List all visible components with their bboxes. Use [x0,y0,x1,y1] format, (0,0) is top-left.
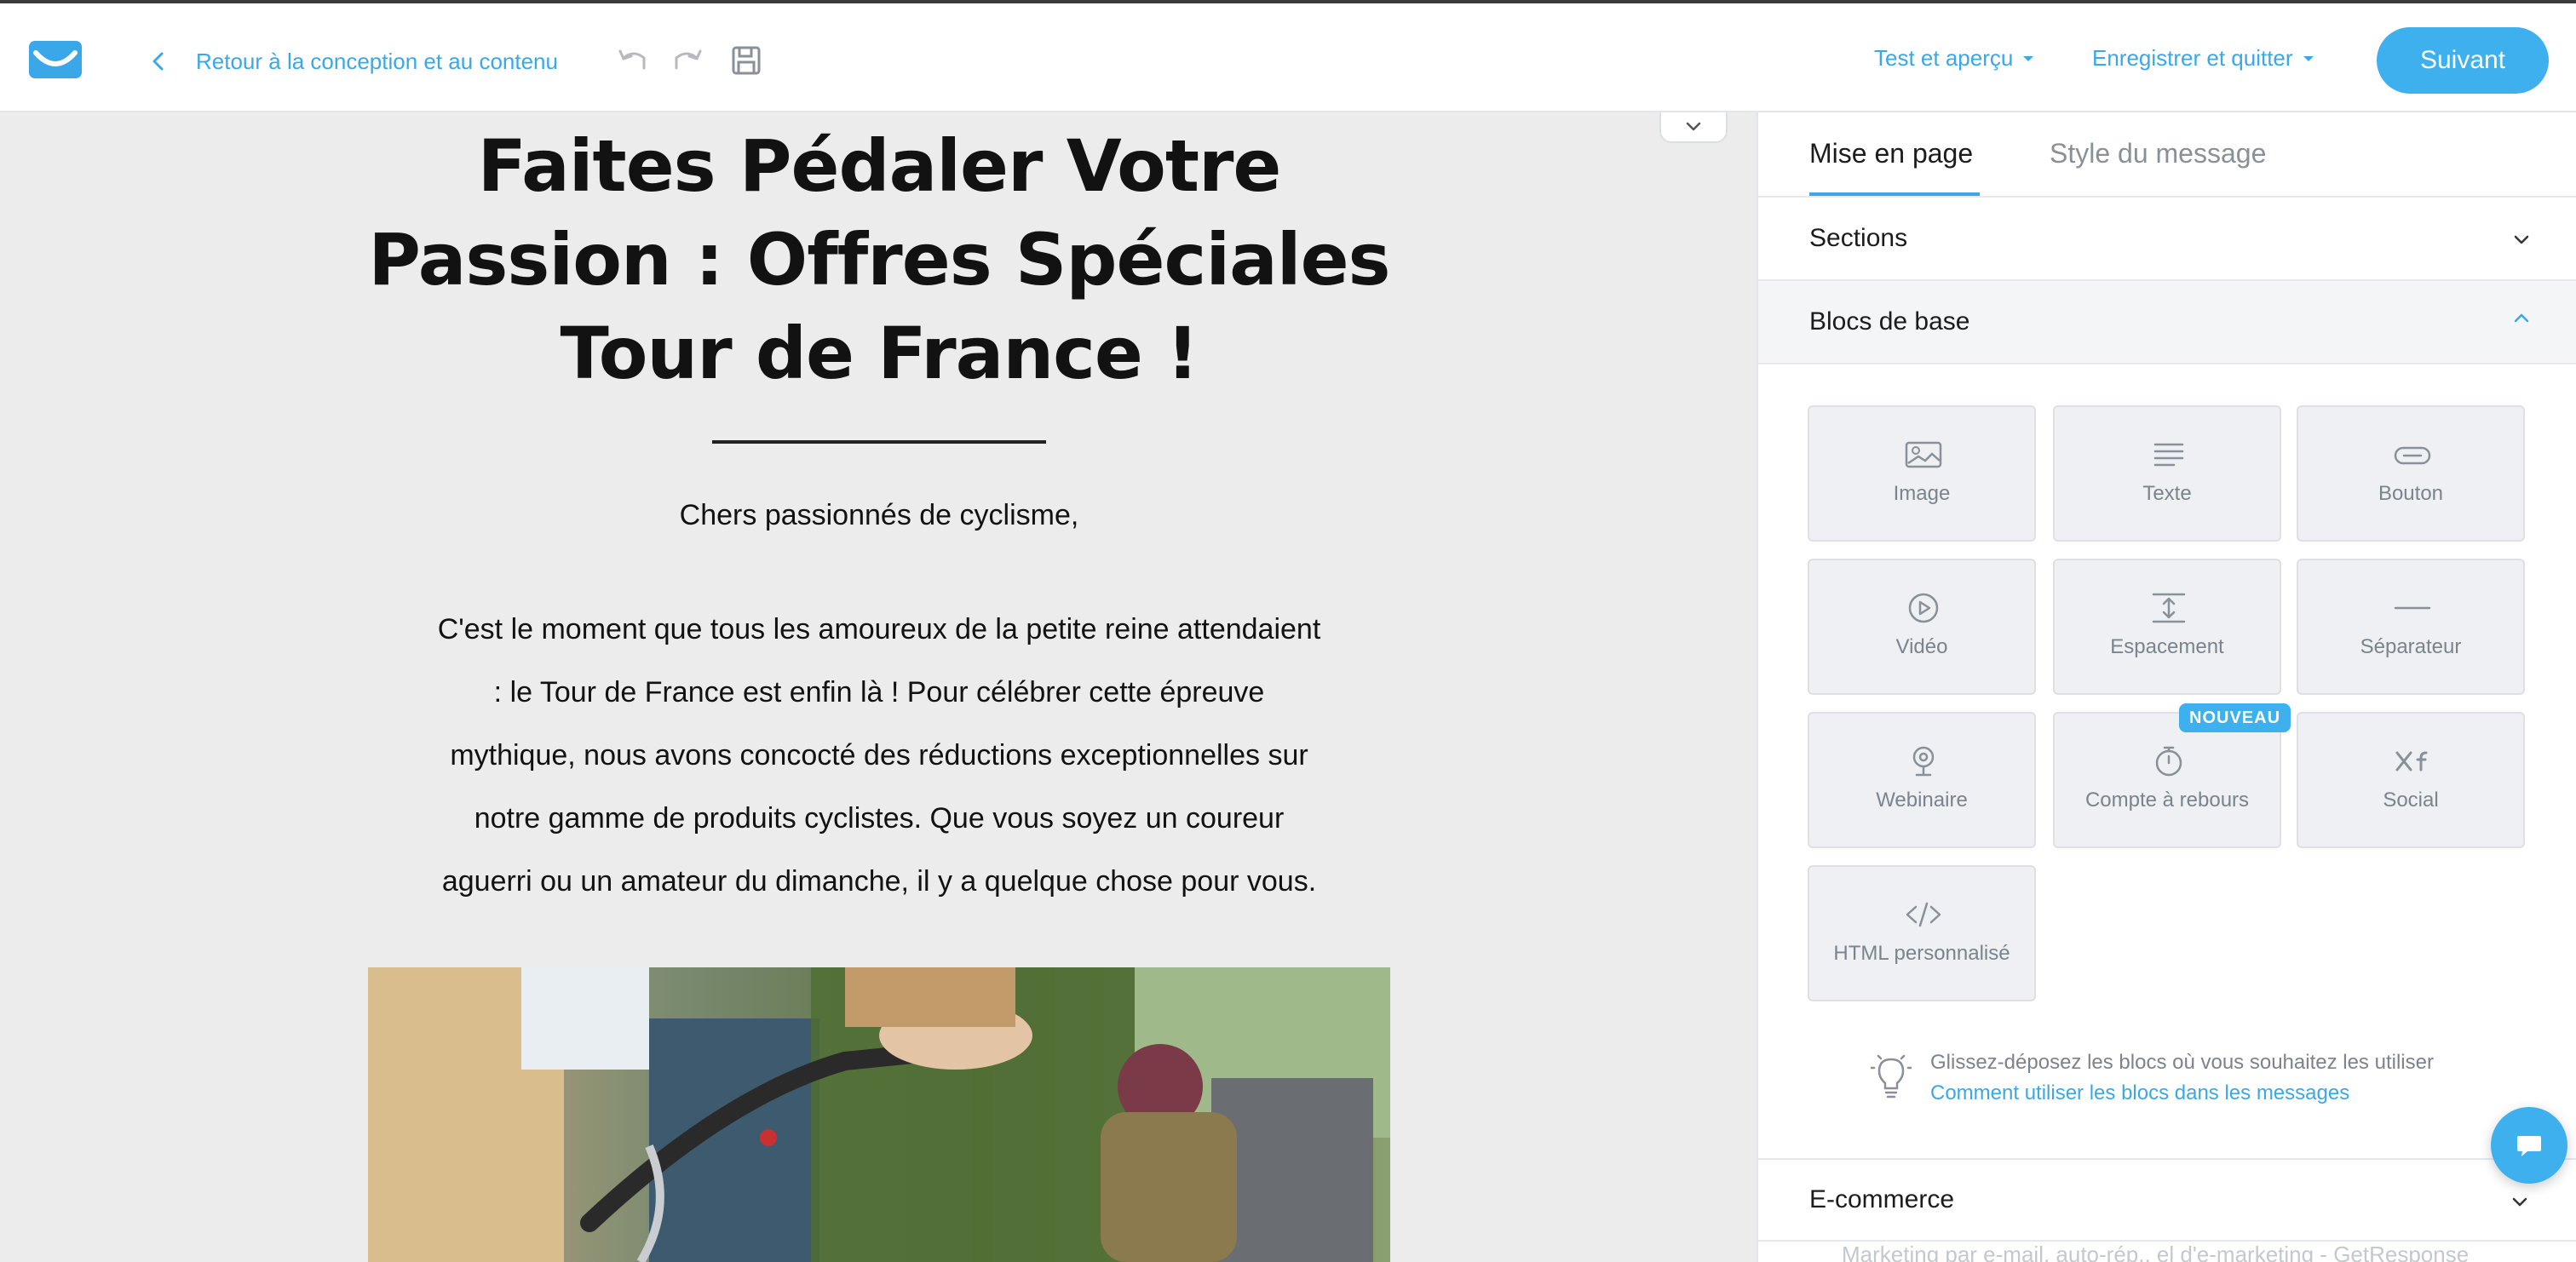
active-tab-indicator [1809,192,1980,196]
email-headline[interactable]: Faites Pédaler Votre Passion : Offres Sp… [368,119,1390,400]
block-custom-html[interactable]: HTML personnalisé [1808,865,2036,1001]
email-divider [712,440,1046,444]
chevron-down-icon [2512,1197,2527,1207]
chevron-left-icon [152,52,164,71]
caret-down-icon [2303,56,2314,61]
test-preview-dropdown[interactable]: Test et aperçu [1874,41,2034,75]
footer-ghost-text: Marketing par e-mail, auto-rép., el d'e-… [1842,1242,2470,1262]
back-label: Retour à la conception et au contenu [196,48,558,74]
block-label: Bouton [2378,482,2444,505]
block-image[interactable]: Image [1808,405,2036,542]
headline-line: Tour de France ! [560,312,1199,395]
next-button[interactable]: Suivant [2377,27,2549,94]
cycling-photo[interactable] [368,967,1390,1262]
ecommerce-label: E-commerce [1809,1185,1955,1213]
block-text[interactable]: Texte [2053,405,2281,542]
block-label: Social [2383,789,2439,812]
social-icon [2395,751,2428,772]
headline-line: Passion : Offres Spéciales [368,218,1390,301]
timer-icon [2155,746,2182,777]
block-label: Texte [2142,482,2192,505]
basic-blocks-accordion[interactable]: Blocs de base [1758,281,2576,364]
getresponse-logo[interactable] [29,41,82,78]
basic-blocks-label: Blocs de base [1809,307,1970,336]
chat-button[interactable] [2491,1107,2567,1184]
tip-text: Glissez-déposez les blocs où vous souhai… [1930,1051,2434,1074]
collapse-toggle[interactable] [1659,112,1728,143]
block-webinar[interactable]: Webinaire [1808,712,2036,848]
text-icon [2153,443,2184,467]
top-toolbar: Retour à la conception et au contenu Tes… [0,0,2576,112]
body-line: C'est le moment que tous les amoureux de… [437,613,1321,645]
tab-layout[interactable]: Mise en page [1809,138,1973,169]
lightbulb-icon [1871,1054,1912,1099]
email-greeting[interactable]: Chers passionnés de cyclisme, [368,499,1390,532]
blocks-help-link[interactable]: Comment utiliser les blocs dans les mess… [1930,1078,2349,1109]
spacing-icon [2152,593,2186,623]
block-spacing[interactable]: Espacement [2053,559,2281,695]
button-icon [2394,446,2431,465]
panel-tabs: Mise en page Style du message [1758,112,2576,198]
sections-label: Sections [1809,224,1908,252]
block-countdown[interactable]: Compte à rebours [2053,712,2281,848]
tab-message-style[interactable]: Style du message [2050,138,2266,169]
body-line: aguerri ou un amateur du dimanche, il y … [441,865,1317,898]
undo-icon[interactable] [615,43,651,78]
body-line: notre gamme de produits cyclistes. Que v… [474,802,1285,835]
chevron-up-icon [2514,313,2529,323]
block-label: Espacement [2110,635,2224,658]
save-quit-label: Enregistrer et quitter [2092,44,2293,71]
block-label: HTML personnalisé [1833,942,2010,965]
chevron-down-icon [1686,122,1701,131]
divider-icon [2394,606,2431,610]
block-label: Séparateur [2360,635,2462,658]
block-video[interactable]: Vidéo [1808,559,2036,695]
code-icon [1906,902,1941,927]
image-icon [1905,441,1942,468]
redo-icon[interactable] [670,43,705,78]
body-line: : le Tour de France est enfin là ! Pour … [493,676,1265,708]
email-body-text[interactable]: C'est le moment que tous les amoureux de… [400,598,1358,913]
block-label: Compte à rebours [2084,789,2250,812]
video-icon [1908,593,1939,623]
test-preview-label: Test et aperçu [1874,44,2014,71]
block-label: Webinaire [1876,789,1968,812]
new-badge: NOUVEAU [2179,703,2291,732]
block-button[interactable]: Bouton [2297,405,2525,542]
chevron-down-icon [2514,235,2529,244]
block-social[interactable]: Social [2297,712,2525,848]
block-label: Vidéo [1895,635,1948,658]
back-to-design-link[interactable]: Retour à la conception et au contenu [147,44,558,78]
sections-accordion[interactable]: Sections [1758,198,2576,281]
save-quit-dropdown[interactable]: Enregistrer et quitter [2092,41,2314,75]
webinar-icon [1912,746,1935,777]
block-label: Image [1893,482,1951,505]
block-divider[interactable]: Séparateur [2297,559,2525,695]
body-line: mythique, nous avons concocté des réduct… [450,739,1308,772]
caret-down-icon [2023,56,2034,61]
chat-icon [2517,1136,2541,1156]
save-icon[interactable] [728,43,764,78]
headline-line: Faites Pédaler Votre [477,124,1282,208]
ecommerce-accordion[interactable]: E-commerce [1758,1158,2576,1242]
